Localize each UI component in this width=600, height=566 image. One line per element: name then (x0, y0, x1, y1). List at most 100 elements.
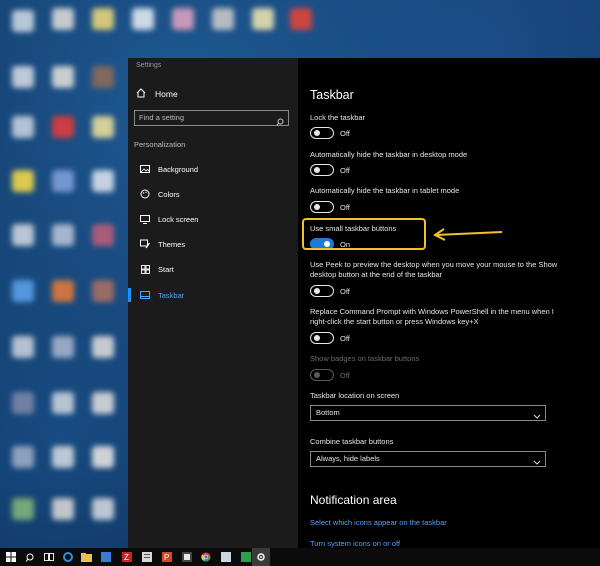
desktop-icon[interactable] (52, 8, 74, 30)
badges-toggle (310, 369, 334, 381)
desktop-icon[interactable] (12, 224, 34, 246)
option-label-badges: Show badges on taskbar buttons (310, 354, 420, 363)
sidebar-item-label: Taskbar (158, 290, 185, 300)
media-icon[interactable] (178, 548, 195, 566)
dropdown-value: Bottom (316, 408, 340, 417)
option-label-peek: Use Peek to preview the desktop when you… (310, 260, 558, 279)
sidebar-item-background[interactable]: Background (128, 160, 298, 178)
desktop-icon[interactable] (12, 116, 34, 138)
desktop-icon[interactable] (92, 280, 114, 302)
location-label: Taskbar location on screen (310, 391, 400, 400)
toggle-state: Off (340, 166, 350, 175)
home-icon (136, 88, 146, 100)
sidebar-item-label: Lock screen (158, 214, 199, 224)
powerpoint-icon[interactable]: P (158, 548, 175, 566)
personalization-section-label: Personalization (134, 140, 186, 149)
desktop-icon[interactable] (172, 8, 194, 30)
desktop-icon[interactable] (92, 170, 114, 192)
sidebar-item-start[interactable]: Start (128, 260, 298, 278)
desktop-icon[interactable] (12, 10, 34, 32)
task-view-icon[interactable] (40, 548, 57, 566)
desktop-icon[interactable] (92, 392, 114, 414)
search-placeholder: Find a setting (139, 113, 185, 122)
autohide-tablet-toggle[interactable] (310, 201, 334, 213)
lock-taskbar-toggle[interactable] (310, 127, 334, 139)
desktop-icon[interactable] (52, 446, 74, 468)
sidebar-item-colors[interactable]: Colors (128, 185, 298, 203)
taskbar-settings-content: Taskbar Lock the taskbar Off Automatical… (310, 58, 600, 548)
palette-icon (138, 189, 152, 199)
toggle-state: Off (340, 129, 350, 138)
taskbar-location-dropdown[interactable]: Bottom (310, 405, 546, 421)
desktop-icon[interactable] (52, 170, 74, 192)
photos-icon[interactable] (217, 548, 234, 566)
option-label-lock-taskbar: Lock the taskbar (310, 113, 366, 122)
combine-buttons-dropdown[interactable]: Always, hide labels (310, 451, 546, 467)
windows-start-icon[interactable] (2, 548, 19, 566)
autohide-desktop-toggle[interactable] (310, 164, 334, 176)
desktop-icon[interactable] (92, 446, 114, 468)
desktop-icon[interactable] (52, 224, 74, 246)
desktop-icon[interactable] (92, 224, 114, 246)
peek-toggle[interactable] (310, 285, 334, 297)
sidebar-item-taskbar[interactable]: Taskbar (128, 286, 298, 304)
desktop-icon[interactable] (52, 336, 74, 358)
app-icon[interactable] (97, 548, 114, 566)
desktop-icon[interactable] (12, 446, 34, 468)
system-icons-link[interactable]: Turn system icons on or off (310, 539, 400, 548)
settings-window: Settings Home Find a setting Personaliza… (128, 58, 600, 548)
chrome-icon[interactable] (197, 548, 214, 566)
desktop-icon[interactable] (52, 116, 74, 138)
dropdown-value: Always, hide labels (316, 454, 380, 463)
sidebar-item-label: Background (158, 164, 199, 174)
desktop-icon[interactable] (52, 498, 74, 520)
desktop-icon[interactable] (52, 66, 74, 88)
sidebar-item-label: Themes (158, 239, 186, 249)
word-icon[interactable] (138, 548, 155, 566)
option-label-powershell: Replace Command Prompt with Windows Powe… (310, 307, 554, 326)
brush-icon (138, 239, 152, 249)
sidebar-item-label: Start (158, 264, 174, 274)
toggle-state: Off (340, 203, 350, 212)
svg-text:Z: Z (124, 553, 129, 562)
sidebar-item-label: Colors (158, 189, 180, 199)
desktop-icon[interactable] (290, 8, 312, 30)
desktop-icon[interactable] (12, 498, 34, 520)
home-nav-item[interactable]: Home (136, 86, 178, 102)
desktop-icon[interactable] (92, 498, 114, 520)
desktop-icon[interactable] (92, 116, 114, 138)
desktop-icon[interactable] (52, 280, 74, 302)
desktop-icon[interactable] (252, 8, 274, 30)
home-label: Home (155, 89, 178, 99)
desktop-icon[interactable] (92, 66, 114, 88)
desktop-icon[interactable] (92, 8, 114, 30)
sidebar-item-lock-screen[interactable]: Lock screen (128, 210, 298, 228)
desktop-icon[interactable] (12, 170, 34, 192)
sidebar-item-themes[interactable]: Themes (128, 235, 298, 253)
desktop-icon[interactable] (12, 280, 34, 302)
desktop-icon[interactable] (212, 8, 234, 30)
combine-label: Combine taskbar buttons (310, 437, 394, 446)
filezilla-icon[interactable]: Z (118, 548, 135, 566)
powershell-toggle[interactable] (310, 332, 334, 344)
search-icon (276, 113, 284, 131)
desktop-icon[interactable] (92, 336, 114, 358)
desktop-icon[interactable] (52, 392, 74, 414)
option-label-autohide-desktop: Automatically hide the taskbar in deskto… (310, 150, 468, 159)
toggle-state: Off (340, 371, 350, 380)
desktop-icon[interactable] (132, 8, 154, 30)
settings-gear-icon[interactable] (252, 548, 270, 566)
edge-icon[interactable] (59, 548, 76, 566)
toggle-state: Off (340, 334, 350, 343)
find-setting-search-input[interactable]: Find a setting (134, 110, 289, 126)
toggle-state: Off (340, 287, 350, 296)
desktop-icon[interactable] (12, 66, 34, 88)
desktop-icon[interactable] (12, 392, 34, 414)
desktop-icon[interactable] (12, 336, 34, 358)
svg-text:P: P (164, 553, 169, 562)
start-grid-icon (138, 264, 152, 274)
select-icons-link[interactable]: Select which icons appear on the taskbar (310, 518, 447, 527)
search-icon[interactable] (21, 548, 38, 566)
file-explorer-icon[interactable] (78, 548, 95, 566)
page-title: Taskbar (310, 88, 354, 102)
